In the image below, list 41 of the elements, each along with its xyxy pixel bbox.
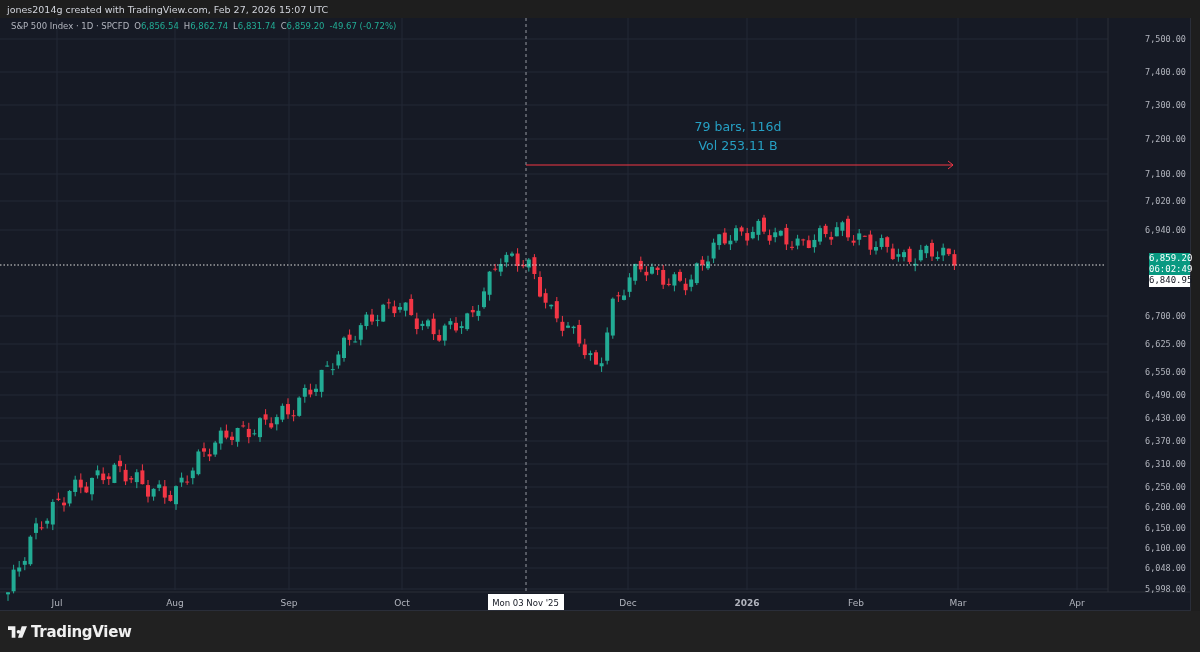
crosshair-time-label: Mon 03 Nov '25 (488, 594, 564, 610)
time-axis-label: Jul (51, 598, 63, 608)
price-axis-label: 6,370.00 (1145, 436, 1186, 446)
price-axis-label: 5,998.00 (1145, 584, 1186, 594)
ohlc-value: O6,856.54 (134, 21, 179, 31)
price-axis-label: 6,700.00 (1145, 311, 1186, 321)
price-axis-label: 6,310.00 (1145, 459, 1186, 469)
price-axis-label: 7,200.00 (1145, 134, 1186, 144)
symbol-title: S&P 500 Index · 1D · SPCFD (11, 21, 130, 31)
chart-credit: jones2014g created with TradingView.com, Feb 27, 2026 15:07 UTC (7, 3, 329, 15)
price-change: -49.67 (-0.72%) (329, 21, 397, 31)
time-axis-label: 2026 (734, 598, 760, 608)
time-axis-label: Dec (619, 598, 637, 608)
time-axis-label: Mar (949, 598, 967, 608)
price-axis-label: 6,100.00 (1145, 543, 1186, 553)
price-axis-label: 7,500.00 (1145, 34, 1186, 44)
time-axis-label: Oct (394, 598, 410, 608)
price-axis-label: 6,150.00 (1145, 523, 1186, 533)
ohlc-value: C6,859.20 (280, 21, 325, 31)
brand-name: TradingView (31, 622, 132, 641)
last-price-tag: 6,859.20 06:02:49 (1149, 253, 1190, 275)
ohlc-value: L6,831.74 (233, 21, 276, 31)
price-axis-label: 6,048.00 (1145, 563, 1186, 573)
price-axis-label: 6,200.00 (1145, 502, 1186, 512)
measure-bars: 79 bars, 116d (694, 119, 782, 134)
price-axis-label: 6,625.00 (1145, 339, 1186, 349)
price-axis-label: 7,300.00 (1145, 100, 1186, 110)
measure-volume: Vol 253.11 B (698, 138, 778, 153)
time-axis-label: Sep (280, 598, 298, 608)
time-axis-label: Feb (848, 598, 864, 608)
price-axis-label: 6,940.00 (1145, 225, 1186, 235)
ohlc-value: H6,862.74 (183, 21, 229, 31)
price-axis-label: 6,250.00 (1145, 482, 1186, 492)
time-axis-label: Apr (1069, 598, 1085, 608)
price-axis-label: 7,100.00 (1145, 169, 1186, 179)
price-axis-label: 7,020.00 (1145, 196, 1186, 206)
price-axis-label: 6,430.00 (1145, 413, 1186, 423)
price-axis-label: 6,490.00 (1145, 390, 1186, 400)
time-axis-label: Aug (166, 598, 184, 608)
price-axis-label: 7,400.00 (1145, 67, 1186, 77)
price-axis-label: 6,550.00 (1145, 367, 1186, 377)
